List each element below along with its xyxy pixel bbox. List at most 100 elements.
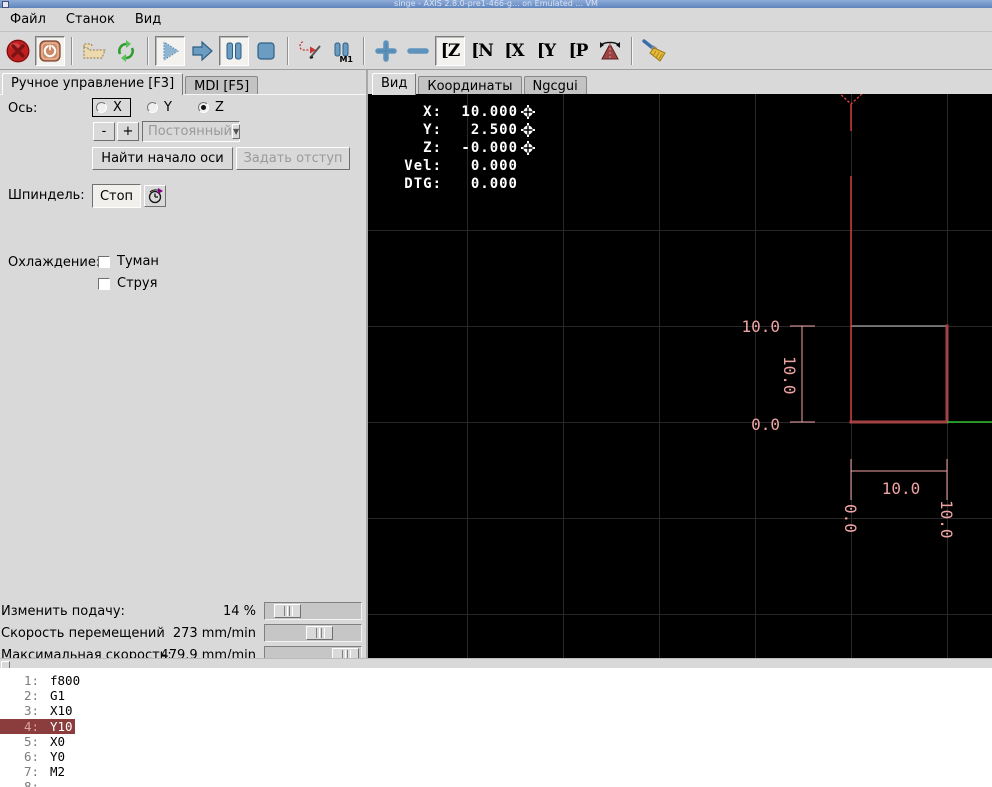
optional-stop-button[interactable]: M1 bbox=[327, 36, 357, 66]
radio-indicator bbox=[147, 102, 158, 113]
menu-bar: Файл Станок Вид bbox=[0, 8, 992, 32]
spindle-brake-button[interactable] bbox=[144, 185, 166, 207]
spindle-label: Шпиндель: bbox=[8, 188, 85, 203]
linuxcnc-axis-window: singe - AXIS 2.8.0-pre1-466-g... on Emul… bbox=[0, 0, 992, 787]
pause-icon bbox=[226, 42, 242, 60]
gcode-line[interactable]: 3: X10 bbox=[0, 703, 992, 718]
view-x-icon: [X bbox=[504, 41, 524, 61]
jog-increment-combobox[interactable]: Постоянный ▼ bbox=[142, 121, 241, 142]
homed-icon bbox=[521, 123, 535, 137]
pane-sash[interactable] bbox=[0, 658, 992, 669]
open-file-button[interactable] bbox=[79, 36, 109, 66]
jog-speed-label: Скорость перемещений bbox=[1, 626, 165, 641]
touch-off-button[interactable]: Задать отступ bbox=[236, 147, 350, 170]
menu-machine[interactable]: Станок bbox=[56, 9, 125, 30]
feed-override-slider[interactable] bbox=[264, 602, 362, 620]
toolbar: M1 [Z [N [X [Y [P bbox=[0, 33, 992, 70]
gcode-line[interactable]: 2: G1 bbox=[0, 688, 992, 703]
rotate-view-button[interactable] bbox=[595, 36, 625, 66]
left-tab-row: Ручное управление [F3] MDI [F5] bbox=[2, 73, 260, 95]
step-arrow-icon bbox=[192, 40, 213, 62]
jog-minus-button[interactable]: - bbox=[93, 122, 115, 141]
axis-radio-y[interactable]: Y bbox=[147, 100, 172, 115]
dim-left-bottom: 0.0 bbox=[751, 415, 780, 434]
toolbar-separator bbox=[71, 37, 73, 65]
combobox-arrow-icon[interactable]: ▼ bbox=[231, 124, 241, 139]
home-axis-button[interactable]: Найти начало оси bbox=[92, 147, 233, 170]
tab-ngcgui[interactable]: Ngcgui bbox=[523, 76, 587, 95]
gcode-line[interactable]: 1: f800 bbox=[0, 673, 992, 688]
view-perspective-button[interactable]: [P bbox=[563, 36, 593, 66]
rotate-cone-icon bbox=[600, 41, 620, 60]
gcode-line[interactable]: 7: M2 bbox=[0, 764, 992, 779]
dim-bottom-span: 10.0 bbox=[882, 479, 921, 498]
menu-file[interactable]: Файл bbox=[0, 9, 56, 30]
jog-speed-value: 273 mm/min bbox=[172, 626, 256, 641]
dro-readout: X: 10.000 Y: 2.500 Z: -0.000 Vel: 0.000 … bbox=[380, 103, 535, 193]
slider-thumb[interactable] bbox=[274, 604, 301, 618]
gcode-line[interactable]: 8: bbox=[0, 779, 992, 787]
tab-preview[interactable]: Вид bbox=[372, 73, 417, 95]
spindle-stop-button[interactable]: Стоп bbox=[92, 184, 141, 208]
feed-override-label: Изменить подачу: bbox=[1, 604, 125, 619]
slider-thumb[interactable] bbox=[306, 626, 333, 640]
view-x-button[interactable]: [X bbox=[499, 36, 529, 66]
menu-view[interactable]: Вид bbox=[125, 9, 171, 30]
gcode-line[interactable]: 5: X0 bbox=[0, 734, 992, 749]
preview-panel: Вид Координаты Ngcgui 10.0 0.0 10.0 10.0… bbox=[368, 70, 992, 658]
flood-checkbox[interactable]: Струя bbox=[98, 276, 157, 291]
dro-row-x: X: 10.000 bbox=[380, 103, 535, 121]
dro-row-dtg: DTG: 0.000 bbox=[404, 176, 518, 192]
homed-icon bbox=[521, 105, 535, 119]
title-bar[interactable]: singe - AXIS 2.8.0-pre1-466-g... on Emul… bbox=[0, 0, 992, 8]
gcode-listing[interactable]: 1: f800 2: G1 3: X10 4: Y10 5: X0 6: Y0 7: M2 8… bbox=[0, 668, 992, 787]
toolbar-separator bbox=[147, 37, 149, 65]
view-z2-icon: [N bbox=[471, 41, 494, 61]
power-icon bbox=[39, 40, 61, 62]
reload-file-button[interactable] bbox=[111, 36, 141, 66]
toolbar-separator bbox=[363, 37, 365, 65]
tab-mdi[interactable]: MDI [F5] bbox=[185, 76, 259, 95]
backplot-preview[interactable]: 10.0 0.0 10.0 10.0 0.0 10.0 X: 10.000 Y:… bbox=[368, 94, 992, 658]
open-folder-icon bbox=[83, 43, 106, 59]
clear-plot-button[interactable] bbox=[639, 36, 669, 66]
zoom-out-icon bbox=[407, 48, 429, 54]
estop-button[interactable] bbox=[3, 36, 33, 66]
gcode-line[interactable]: 6: Y0 bbox=[0, 749, 992, 764]
step-button[interactable] bbox=[187, 36, 217, 66]
view-z-button[interactable]: [Z bbox=[435, 36, 465, 66]
gcode-line-active[interactable]: 4: Y10 bbox=[0, 718, 992, 734]
view-y-button[interactable]: [Y bbox=[531, 36, 561, 66]
tab-dro[interactable]: Координаты bbox=[418, 76, 522, 95]
dro-row-vel: Vel: 0.000 bbox=[404, 158, 518, 174]
window-title: singe - AXIS 2.8.0-pre1-466-g... on Emul… bbox=[394, 0, 598, 8]
checkbox-indicator bbox=[98, 277, 110, 290]
dim-bottom-right: 10.0 bbox=[937, 500, 956, 539]
run-program-button[interactable] bbox=[155, 36, 185, 66]
dro-row-z: Z: -0.000 bbox=[380, 139, 535, 157]
view-y-icon: [Y bbox=[536, 41, 556, 61]
stop-button[interactable] bbox=[251, 36, 281, 66]
radio-indicator bbox=[96, 102, 107, 113]
axis-radio-z[interactable]: Z bbox=[198, 100, 224, 115]
pause-button[interactable] bbox=[219, 36, 249, 66]
mist-checkbox[interactable]: Туман bbox=[98, 254, 159, 269]
homed-icon bbox=[521, 141, 535, 155]
view-z2-button[interactable]: [N bbox=[467, 36, 497, 66]
checkbox-indicator bbox=[98, 255, 110, 268]
machine-power-button[interactable] bbox=[35, 36, 65, 66]
zoom-out-button[interactable] bbox=[403, 36, 433, 66]
axis-radio-x[interactable]: X bbox=[92, 98, 131, 117]
tab-manual-control[interactable]: Ручное управление [F3] bbox=[2, 73, 184, 95]
reload-icon bbox=[118, 40, 134, 62]
view-z-icon: [Z bbox=[440, 41, 461, 61]
toolbar-separator bbox=[287, 37, 289, 65]
zoom-in-button[interactable] bbox=[371, 36, 401, 66]
m1-label: M1 bbox=[339, 55, 353, 64]
run-from-line-button[interactable] bbox=[295, 36, 325, 66]
jog-plus-button[interactable]: + bbox=[117, 122, 139, 141]
jog-speed-slider[interactable] bbox=[264, 624, 362, 642]
run-from-line-icon bbox=[299, 41, 321, 59]
manual-control-panel: Ручное управление [F3] MDI [F5] Ось: X Y… bbox=[0, 70, 368, 664]
zoom-in-icon bbox=[375, 40, 397, 62]
